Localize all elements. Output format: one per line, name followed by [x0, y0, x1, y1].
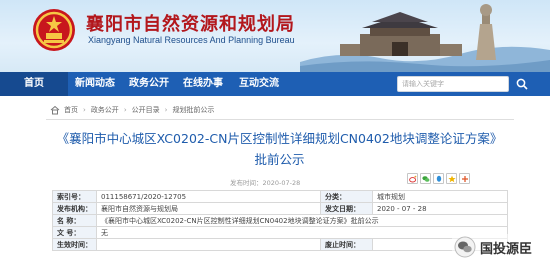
breadcrumb-home[interactable]: 首页	[64, 105, 78, 115]
breadcrumb: 首页 › 政务公开 › 公开目录 › 规划批前公示	[50, 104, 214, 116]
table-row: 发布机构： 襄阳市自然资源与规划局 发文日期： 2020 - 07 - 28	[52, 202, 508, 215]
star-icon	[447, 175, 456, 182]
breadcrumb-separator: ›	[123, 106, 127, 114]
nav-item-gov-affairs[interactable]: 政务公开	[122, 72, 176, 96]
breadcrumb-gov-affairs[interactable]: 政务公开	[91, 105, 119, 115]
header-banner: 襄阳市自然资源和规划局 Xiangyang Natural Resources …	[0, 0, 550, 72]
wechat-watermark: 国投源臣	[452, 234, 537, 260]
issue-date-label: 发文日期：	[320, 202, 373, 215]
index-label: 索引号：	[52, 190, 97, 203]
effective-time-value	[96, 238, 321, 251]
expire-time-label: 废止时间：	[320, 238, 373, 251]
search-icon	[516, 78, 528, 90]
divider	[46, 119, 514, 120]
document-info-table: 索引号： 011158671/2020-12705 分类： 城市规划 发布机构：…	[52, 190, 508, 251]
nav-item-home[interactable]: 首页	[0, 72, 68, 96]
breadcrumb-separator: ›	[83, 106, 86, 114]
search-input[interactable]: 请输入关键字	[397, 76, 509, 92]
nav-item-online-service[interactable]: 在线办事	[176, 72, 230, 96]
issue-date-value: 2020 - 07 - 28	[372, 202, 508, 215]
category-label: 分类：	[320, 190, 373, 203]
breadcrumb-current[interactable]: 规划批前公示	[172, 105, 214, 115]
national-emblem-icon	[33, 9, 75, 51]
share-toolbar	[407, 173, 470, 184]
doc-number-label: 文 号：	[52, 226, 97, 239]
wechat-icon	[421, 175, 429, 182]
table-row: 名 称： 《襄阳市中心城区XC0202-CN片区控制性详细规划CN0402地块调…	[52, 214, 508, 227]
index-value: 011158671/2020-12705	[96, 190, 321, 203]
wechat-logo-icon	[454, 236, 476, 258]
doc-name-value: 《襄阳市中心城区XC0202-CN片区控制性详细规划CN0402地块调整论证方案…	[96, 214, 508, 227]
weibo-icon	[408, 175, 416, 182]
qq-icon	[436, 175, 441, 182]
share-more-button[interactable]	[459, 173, 470, 184]
breadcrumb-separator: ›	[164, 106, 168, 114]
main-nav: 首页 新闻动态 政务公开 在线办事 互动交流 请输入关键字	[0, 72, 550, 96]
share-qzone-button[interactable]	[446, 173, 457, 184]
category-value: 城市规划	[372, 190, 508, 203]
share-qq-button[interactable]	[433, 173, 444, 184]
table-row: 文 号： 无	[52, 226, 508, 239]
table-row: 索引号： 011158671/2020-12705 分类： 城市规划	[52, 190, 508, 203]
search-button[interactable]	[512, 75, 532, 93]
site-subtitle: Xiangyang Natural Resources And Planning…	[88, 35, 295, 45]
table-row: 生效时间： 废止时间：	[52, 238, 508, 251]
doc-name-label: 名 称：	[52, 214, 97, 227]
watermark-text: 国投源臣	[480, 241, 533, 257]
nav-item-news[interactable]: 新闻动态	[68, 72, 122, 96]
breadcrumb-catalog[interactable]: 公开目录	[132, 105, 160, 115]
effective-time-label: 生效时间：	[52, 238, 97, 251]
publish-date: 发布时间：2020-07-28	[230, 179, 301, 187]
article-title: 《襄阳市中心城区XC0202-CN片区控制性详细规划CN0402地块调整论证方案…	[56, 131, 503, 167]
home-icon	[50, 105, 60, 115]
share-weibo-button[interactable]	[407, 173, 418, 184]
share-wechat-button[interactable]	[420, 173, 431, 184]
nav-item-interaction[interactable]: 互动交流	[230, 72, 288, 96]
city-gate-scenery-icon	[300, 4, 550, 72]
publisher-value: 襄阳市自然资源与规划局	[96, 202, 321, 215]
doc-number-value: 无	[96, 226, 508, 239]
site-title: 襄阳市自然资源和规划局	[86, 14, 295, 35]
plus-icon	[461, 175, 468, 182]
publisher-label: 发布机构：	[52, 202, 97, 215]
